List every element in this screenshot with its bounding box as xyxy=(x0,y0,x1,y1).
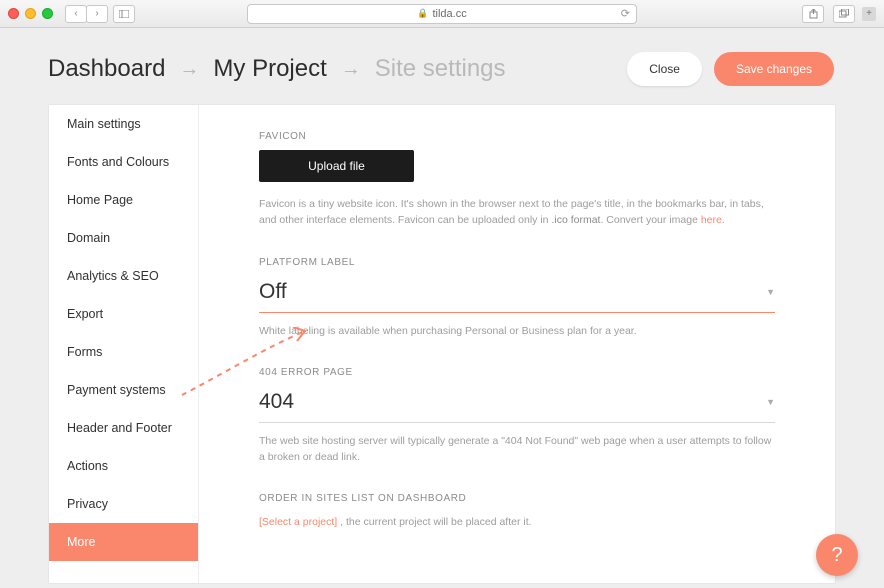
window-controls xyxy=(8,8,53,19)
sidebar-item-home-page[interactable]: Home Page xyxy=(49,181,198,219)
error-page-block: 404 ERROR PAGE 404 ▼ The web site hostin… xyxy=(259,367,775,466)
minimize-window-icon[interactable] xyxy=(25,8,36,19)
platform-label-note: White labeling is available when purchas… xyxy=(259,323,775,339)
favicon-label: FAVICON xyxy=(259,131,775,142)
help-button[interactable]: ? xyxy=(816,534,858,576)
sidebar-item-domain[interactable]: Domain xyxy=(49,219,198,257)
breadcrumb: Dashboard → My Project → Site settings xyxy=(48,55,506,83)
reload-icon[interactable]: ⟳ xyxy=(621,7,630,20)
order-block: ORDER IN SITES LIST ON DASHBOARD [Select… xyxy=(259,493,775,530)
back-button[interactable]: ‹ xyxy=(65,5,87,23)
crumb-dashboard[interactable]: Dashboard xyxy=(48,55,165,83)
order-text: , the current project will be placed aft… xyxy=(337,516,531,528)
page-header: Dashboard → My Project → Site settings C… xyxy=(0,28,884,104)
maximize-window-icon[interactable] xyxy=(42,8,53,19)
error-page-title: 404 ERROR PAGE xyxy=(259,367,775,378)
favicon-desc-post: . xyxy=(722,214,725,226)
sidebar-item-analytics-seo[interactable]: Analytics & SEO xyxy=(49,257,198,295)
url-text: tilda.cc xyxy=(432,8,466,20)
favicon-description: Favicon is a tiny website icon. It's sho… xyxy=(259,196,775,229)
forward-button[interactable]: › xyxy=(86,5,108,23)
chevron-right-icon: → xyxy=(179,58,199,81)
sidebar-item-forms[interactable]: Forms xyxy=(49,333,198,371)
chevron-down-icon: ▼ xyxy=(766,287,775,297)
browser-chrome: ‹ › 🔒 tilda.cc ⟳ + xyxy=(0,0,884,28)
chevron-right-icon: → xyxy=(341,58,361,81)
share-button[interactable] xyxy=(802,5,824,23)
sidebar-item-payment-systems[interactable]: Payment systems xyxy=(49,371,198,409)
lock-icon: 🔒 xyxy=(417,8,428,19)
settings-content: FAVICON Upload file Favicon is a tiny we… xyxy=(199,105,835,583)
crumb-current: Site settings xyxy=(375,55,506,83)
sidebar-toggle-button[interactable] xyxy=(113,5,135,23)
settings-panel: Main settings Fonts and Colours Home Pag… xyxy=(48,104,836,584)
sidebar-item-header-footer[interactable]: Header and Footer xyxy=(49,409,198,447)
chevron-down-icon: ▼ xyxy=(766,397,775,407)
sidebar-item-actions[interactable]: Actions xyxy=(49,447,198,485)
error-page-value: 404 xyxy=(259,390,294,414)
platform-label-select[interactable]: Off ▼ xyxy=(259,276,775,313)
platform-label-title: PLATFORM LABEL xyxy=(259,257,775,268)
save-button[interactable]: Save changes xyxy=(714,52,834,86)
platform-label-value: Off xyxy=(259,280,287,304)
crumb-project[interactable]: My Project xyxy=(213,55,326,83)
settings-sidebar: Main settings Fonts and Colours Home Pag… xyxy=(49,105,199,583)
platform-label-block: PLATFORM LABEL Off ▼ White labeling is a… xyxy=(259,257,775,339)
error-page-select[interactable]: 404 ▼ xyxy=(259,386,775,423)
sidebar-item-more[interactable]: More xyxy=(49,523,198,561)
favicon-block: FAVICON Upload file Favicon is a tiny we… xyxy=(259,131,775,229)
upload-favicon-button[interactable]: Upload file xyxy=(259,150,414,182)
order-select-project-link[interactable]: [Select a project] xyxy=(259,516,337,528)
new-tab-button[interactable]: + xyxy=(862,7,876,21)
error-page-note: The web site hosting server will typical… xyxy=(259,433,775,466)
close-window-icon[interactable] xyxy=(8,8,19,19)
nav-buttons: ‹ › xyxy=(65,5,134,23)
url-bar[interactable]: 🔒 tilda.cc ⟳ xyxy=(247,4,637,24)
tabs-button[interactable] xyxy=(833,5,855,23)
sidebar-item-export[interactable]: Export xyxy=(49,295,198,333)
sidebar-item-fonts-colours[interactable]: Fonts and Colours xyxy=(49,143,198,181)
favicon-convert-link[interactable]: here xyxy=(701,214,722,226)
sidebar-item-privacy[interactable]: Privacy xyxy=(49,485,198,523)
sidebar-item-main-settings[interactable]: Main settings xyxy=(49,105,198,143)
favicon-desc-format: .ico format xyxy=(551,214,600,226)
close-button[interactable]: Close xyxy=(627,52,702,86)
page-body: Dashboard → My Project → Site settings C… xyxy=(0,28,884,588)
order-title: ORDER IN SITES LIST ON DASHBOARD xyxy=(259,493,775,504)
help-icon: ? xyxy=(831,544,842,567)
favicon-desc-mid: . Convert your image xyxy=(600,214,700,226)
